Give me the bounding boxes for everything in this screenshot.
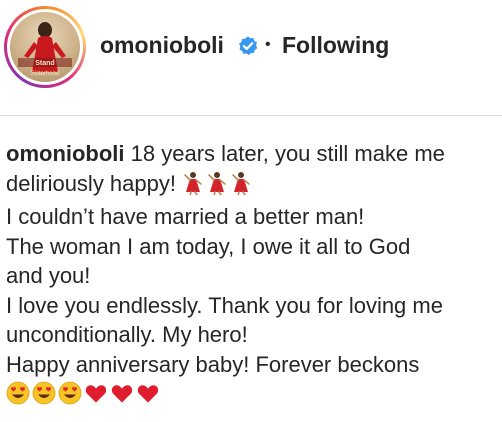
heart-eyes-face-icon — [32, 381, 56, 413]
following-button[interactable]: Following — [282, 32, 389, 59]
separator-dot: • — [265, 36, 271, 53]
woman-dancing-icon — [230, 171, 252, 203]
heart-eyes-face-icon — [58, 381, 82, 413]
heart-eyes-face-icon — [6, 381, 30, 413]
caption-line: deliriously happy! — [6, 169, 496, 203]
woman-dancing-icon — [182, 171, 204, 203]
caption-line: I couldn’t have married a better man! — [6, 204, 365, 229]
woman-dancing-icon — [206, 171, 228, 203]
red-heart-icon — [84, 381, 108, 413]
author-username[interactable]: omonioboli — [100, 32, 224, 59]
caption-line: Happy anniversary baby! Forever beckons — [6, 351, 420, 377]
caption-line: omonioboli 18 years later, you still mak… — [6, 139, 496, 169]
dancer-emojis — [182, 171, 254, 196]
end-emojis — [6, 379, 496, 413]
avatar-frame: Stand Sisterhood — [7, 9, 83, 85]
caption-text: deliriously happy! — [6, 170, 183, 196]
avatar-text-top: Stand — [35, 60, 54, 67]
divider — [0, 115, 502, 116]
avatar[interactable]: Stand Sisterhood — [10, 12, 80, 82]
caption-line: and you! — [6, 263, 91, 288]
red-heart-icon — [136, 381, 160, 413]
caption-line: The woman I am today, I owe it all to Go… — [6, 233, 411, 259]
red-heart-icon — [110, 381, 134, 413]
caption-line: unconditionally. My hero! — [6, 322, 248, 347]
post-header: Stand Sisterhood omonioboli • Following — [0, 0, 502, 94]
story-ring[interactable]: Stand Sisterhood — [4, 6, 86, 88]
caption-line: I love you endlessly. Thank you for lovi… — [6, 292, 443, 318]
caption-text: 18 years later, you still make me — [124, 141, 445, 166]
verified-badge-icon — [237, 35, 259, 57]
caption-username[interactable]: omonioboli — [6, 141, 125, 166]
post-caption: omonioboli 18 years later, you still mak… — [6, 139, 496, 413]
avatar-text-bottom: Sisterhood — [31, 71, 60, 77]
